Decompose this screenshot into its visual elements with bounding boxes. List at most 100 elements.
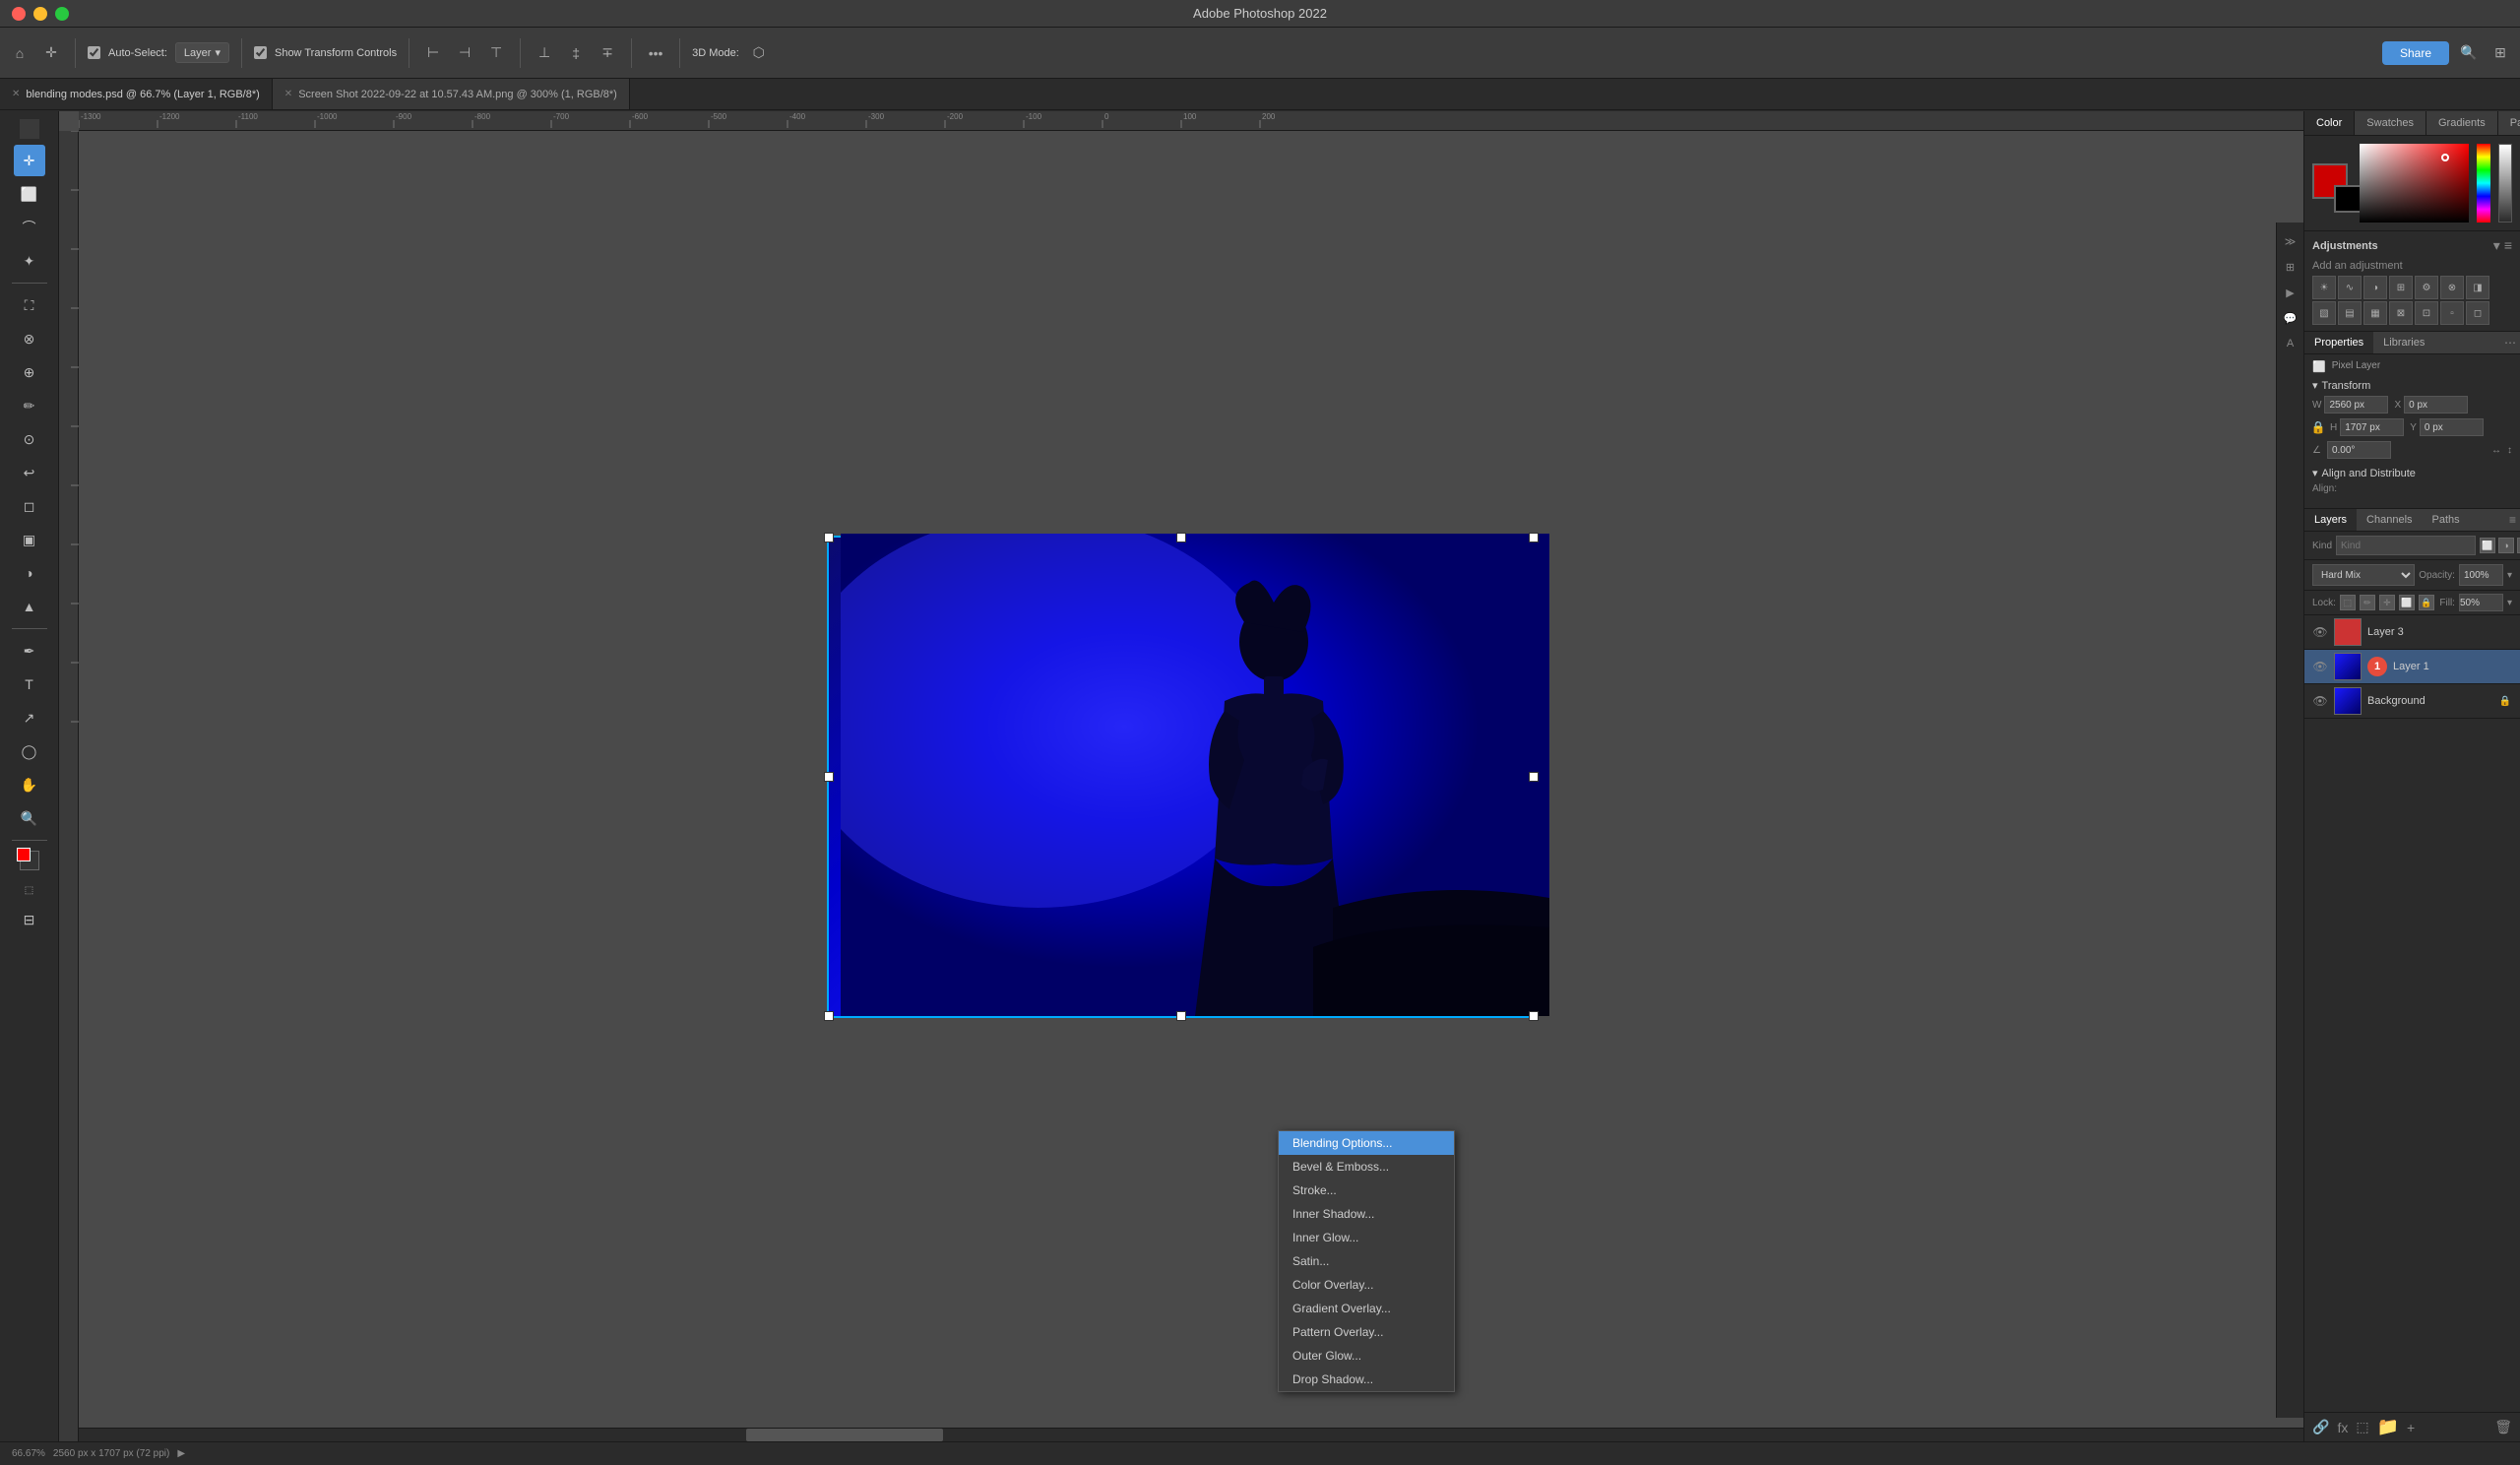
patterns-tab[interactable]: Patterns [2498, 111, 2520, 135]
adj-hsl[interactable]: ⚙ [2415, 276, 2438, 299]
more-options-icon[interactable]: ••• [644, 41, 667, 65]
ctx-inner-shadow[interactable]: Inner Shadow... [1279, 1202, 1454, 1226]
swatches-tab[interactable]: Swatches [2355, 111, 2426, 135]
lock-artboard-btn[interactable]: ⬜ [2399, 595, 2415, 610]
eyedropper-tool[interactable]: ⊗ [14, 323, 45, 354]
lasso-tool[interactable]: ⌒ [14, 212, 45, 243]
layer-type-dropdown[interactable]: Layer ▾ [175, 42, 229, 63]
y-input[interactable] [2420, 418, 2484, 436]
properties-expand-icon[interactable]: ⋯ [2500, 332, 2520, 353]
search-icon[interactable]: 🔍 [2457, 41, 2481, 65]
opacity-dropdown-icon[interactable]: ▾ [2507, 570, 2512, 581]
color-tab[interactable]: Color [2304, 111, 2355, 135]
height-input[interactable] [2340, 418, 2404, 436]
adj-curves[interactable]: ∿ [2338, 276, 2362, 299]
transform-lock-icon[interactable]: 🔒 [2312, 417, 2324, 437]
adj-gradient-map[interactable]: ◻ [2466, 301, 2489, 325]
align-left-icon[interactable]: ⊢ [421, 41, 445, 65]
adj-vibrance[interactable]: ⊞ [2389, 276, 2413, 299]
opacity-input[interactable] [2459, 564, 2503, 586]
h-scrollbar[interactable] [79, 1428, 2303, 1441]
hue-slider[interactable] [2477, 144, 2490, 223]
path-select-tool[interactable]: ↗ [14, 702, 45, 733]
handle-bottom-right[interactable] [1529, 1011, 1539, 1021]
paths-tab-btn[interactable]: Paths [2423, 509, 2470, 531]
zoom-tool[interactable]: 🔍 [14, 802, 45, 834]
handle-top-left[interactable] [824, 533, 834, 542]
heal-tool[interactable]: ⊕ [14, 356, 45, 388]
channels-tab-btn[interactable]: Channels [2357, 509, 2422, 531]
history-brush-tool[interactable]: ↩ [14, 457, 45, 488]
adj-channel-mixer[interactable]: ▤ [2338, 301, 2362, 325]
fr-icon-4[interactable]: A [2280, 333, 2301, 354]
home-icon[interactable]: ⌂ [8, 41, 32, 65]
ctx-stroke[interactable]: Stroke... [1279, 1178, 1454, 1202]
foreground-color-swatch[interactable] [17, 848, 31, 861]
blend-mode-select[interactable]: Hard Mix [2312, 564, 2415, 586]
angle-input[interactable] [2327, 441, 2391, 459]
color-gradient-field[interactable] [2360, 144, 2469, 223]
ctx-pattern-overlay[interactable]: Pattern Overlay... [1279, 1320, 1454, 1344]
fill-dropdown-icon[interactable]: ▾ [2507, 598, 2512, 608]
adj-bw[interactable]: ◨ [2466, 276, 2489, 299]
adj-threshold[interactable]: ▫ [2440, 301, 2464, 325]
alpha-slider[interactable] [2498, 144, 2512, 223]
eraser-tool[interactable]: ◻ [14, 490, 45, 522]
layers-menu-icon[interactable]: ≡ [2505, 509, 2520, 531]
filter-adj-icon[interactable]: ◑ [2498, 538, 2514, 553]
align-top-icon[interactable]: ⊥ [533, 41, 556, 65]
tab-close-0[interactable]: ✕ [12, 89, 20, 99]
lock-position-btn[interactable]: ✛ [2379, 595, 2395, 610]
layer-item-bg[interactable]: 👁 Background 🔒 [2304, 684, 2520, 719]
new-group-icon[interactable]: 📁 [2377, 1417, 2399, 1437]
link-layers-icon[interactable]: 🔗 [2312, 1419, 2329, 1435]
move-tool-icon[interactable]: ✛ [39, 41, 63, 65]
fr-icon-3[interactable]: 💬 [2280, 307, 2301, 329]
new-layer-icon[interactable]: + [2407, 1420, 2415, 1435]
status-arrow[interactable]: ▶ [177, 1448, 185, 1459]
adj-photo-filter[interactable]: ▧ [2312, 301, 2336, 325]
show-transform-checkbox[interactable] [254, 46, 267, 59]
ctx-color-overlay[interactable]: Color Overlay... [1279, 1273, 1454, 1297]
screen-mode-btn[interactable]: ⊟ [14, 904, 45, 935]
background-color-swatch[interactable] [20, 851, 39, 870]
crop-tool[interactable]: ⛶ [14, 289, 45, 321]
close-button[interactable] [12, 7, 26, 21]
fr-icon-2[interactable]: ▶ [2280, 282, 2301, 303]
align-right-icon[interactable]: ⊤ [484, 41, 508, 65]
clone-tool[interactable]: ⊙ [14, 423, 45, 455]
layer-item-1[interactable]: 👁 1 Layer 1 [2304, 650, 2520, 684]
handle-top-center[interactable] [1176, 533, 1186, 542]
adj-invert[interactable]: ⊠ [2389, 301, 2413, 325]
adjustments-collapse-icon[interactable]: ▾ [2493, 237, 2500, 254]
bg-visibility[interactable]: 👁 [2312, 693, 2328, 709]
marquee-tool[interactable]: ⬜ [14, 178, 45, 210]
width-input[interactable] [2324, 396, 2388, 414]
gradients-tab[interactable]: Gradients [2426, 111, 2498, 135]
layer-item-3[interactable]: 👁 Layer 3 [2304, 615, 2520, 650]
adj-brightness[interactable]: ☀ [2312, 276, 2336, 299]
handle-bottom-center[interactable] [1176, 1011, 1186, 1021]
tab-0[interactable]: ✕ blending modes.psd @ 66.7% (Layer 1, R… [0, 79, 273, 109]
delete-layer-icon[interactable]: 🗑 [2494, 1419, 2512, 1435]
gradient-tool[interactable]: ▣ [14, 524, 45, 555]
pen-tool[interactable]: ✒ [14, 635, 45, 667]
dodge-tool[interactable]: ▲ [14, 591, 45, 622]
lock-transparent-btn[interactable]: ⬚ [2340, 595, 2356, 610]
layers-tab-btn[interactable]: Layers [2304, 509, 2357, 531]
ctx-bevel-emboss[interactable]: Bevel & Emboss... [1279, 1155, 1454, 1178]
adj-color-lookup[interactable]: ▦ [2363, 301, 2387, 325]
ctx-blending-options[interactable]: Blending Options... [1279, 1131, 1454, 1155]
canvas-area[interactable]: -1300 -1200 -1100 -1000 -900 -800 -700 -… [59, 111, 2303, 1441]
tab-1[interactable]: ✕ Screen Shot 2022-09-22 at 10.57.43 AM.… [273, 79, 630, 109]
panel-collapse-icon[interactable]: ≫ [2280, 230, 2301, 252]
properties-tab[interactable]: Properties [2304, 332, 2373, 353]
handle-middle-right[interactable] [1529, 772, 1539, 782]
share-button[interactable]: Share [2382, 41, 2449, 65]
layers-search-input[interactable] [2336, 536, 2476, 555]
minimize-button[interactable] [33, 7, 47, 21]
threed-icon[interactable]: ⬡ [747, 41, 771, 65]
libraries-tab[interactable]: Libraries [2373, 332, 2434, 353]
adj-exposure[interactable]: ◑ [2363, 276, 2387, 299]
filter-pixel-icon[interactable]: ⬜ [2480, 538, 2495, 553]
